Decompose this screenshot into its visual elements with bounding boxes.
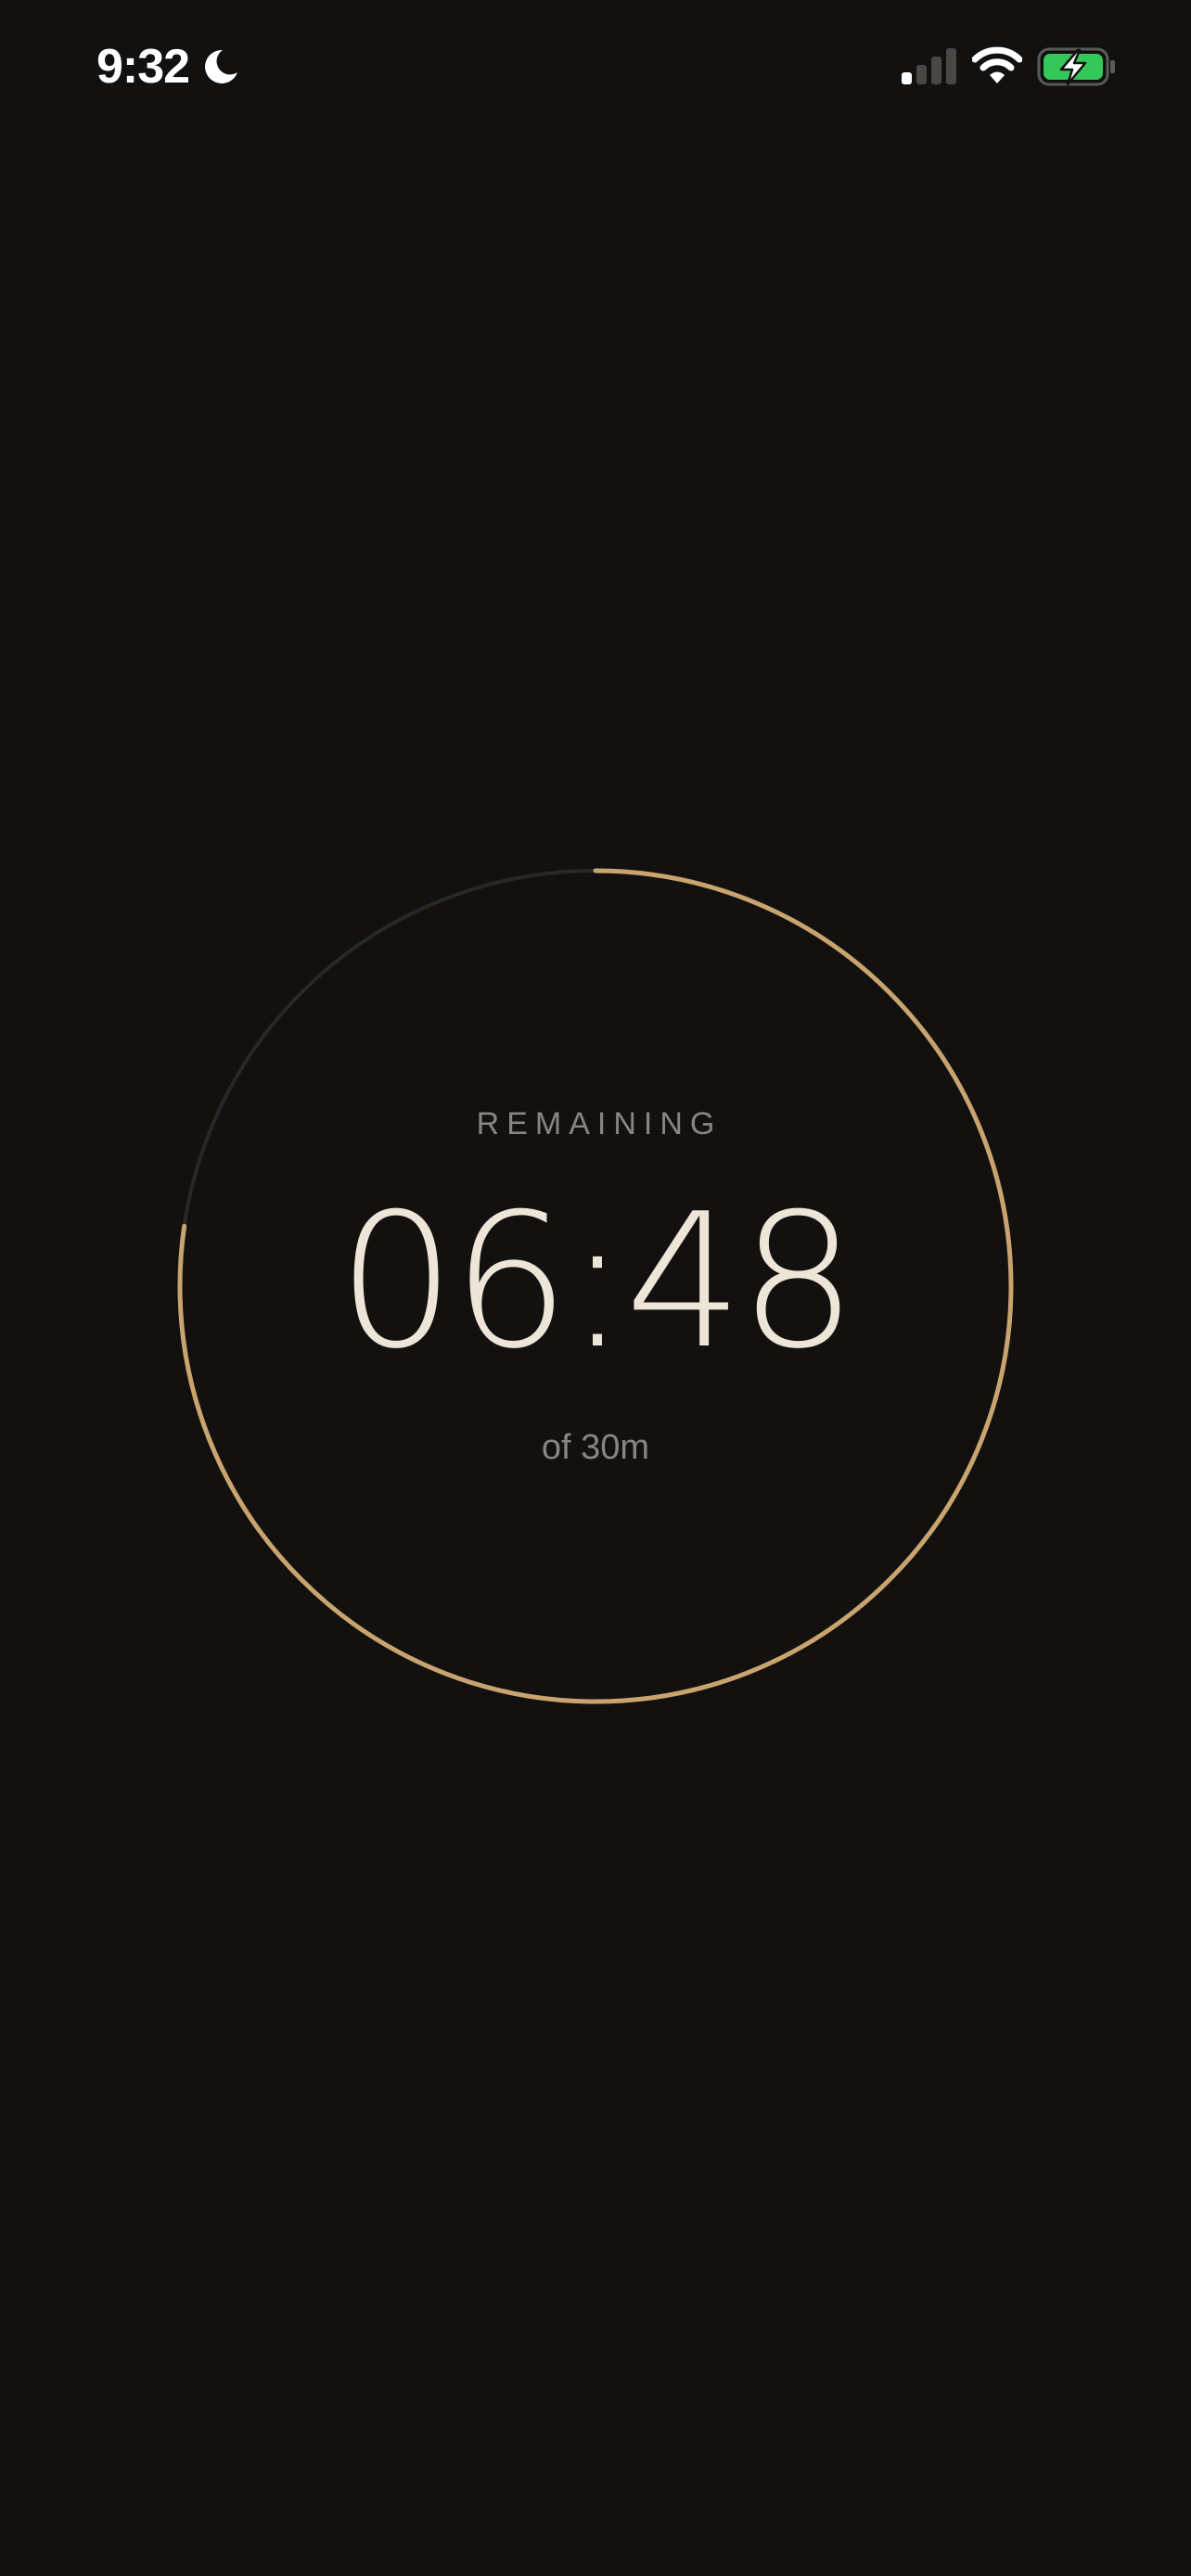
wifi-icon [972, 46, 1022, 83]
timer-label: REMAINING [476, 1106, 723, 1141]
countdown-timer: REMAINING 06:48 of 30m [176, 867, 1015, 1705]
remaining-time: 06:48 [337, 1174, 857, 1390]
signal-bar-4 [946, 48, 956, 84]
moon-icon [205, 49, 238, 83]
status-time: 9:32 [96, 40, 190, 94]
signal-bar-2 [916, 65, 927, 84]
signal-bar-3 [931, 57, 941, 84]
battery-charging-icon [1037, 47, 1115, 86]
total-duration: of 30m [541, 1428, 650, 1467]
status-bar: 9:32 [0, 0, 1191, 139]
cellular-signal-icon [902, 48, 956, 84]
status-time-group: 9:32 [96, 37, 241, 96]
signal-bar-1 [902, 72, 912, 84]
